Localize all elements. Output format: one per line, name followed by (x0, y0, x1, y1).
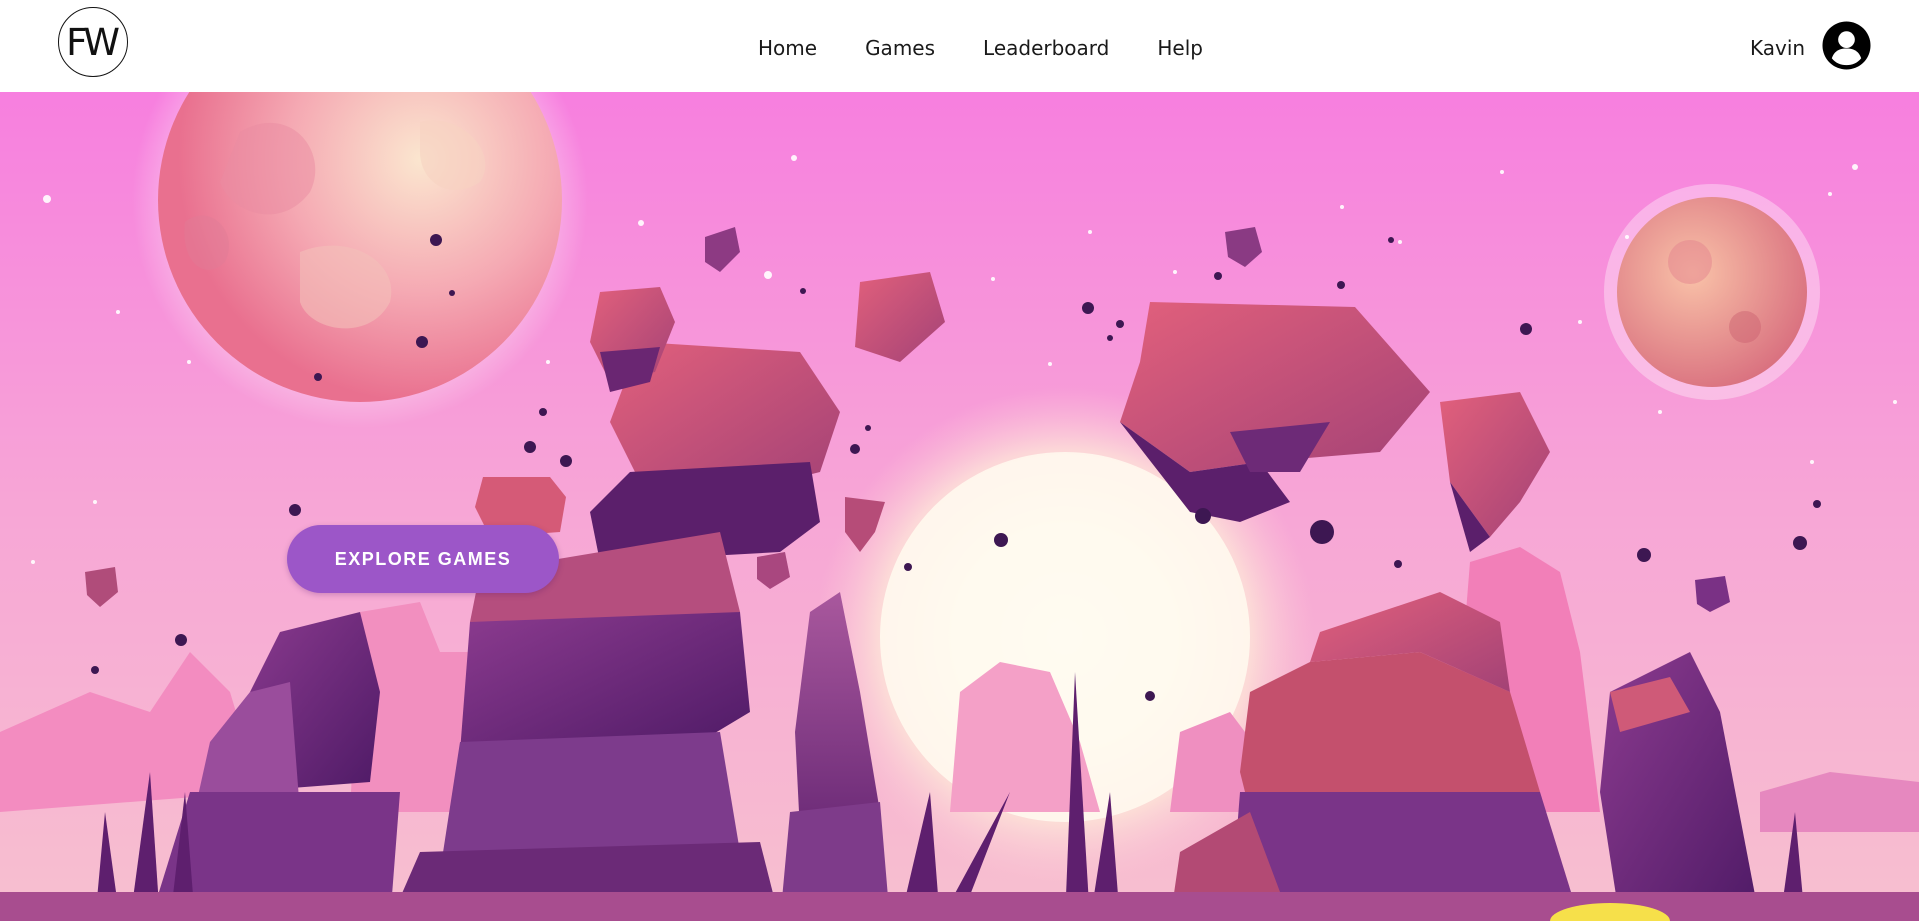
nav-help-link[interactable]: Help (1157, 34, 1203, 62)
main-nav: Home Games Leaderboard Help (758, 34, 1203, 62)
site-logo[interactable]: FW (58, 7, 128, 77)
top-navbar: FW Home Games Leaderboard Help Kavin (0, 0, 1919, 92)
nav-home-link[interactable]: Home (758, 34, 817, 62)
nav-leaderboard-link[interactable]: Leaderboard (983, 34, 1109, 62)
logo-text: FW (66, 20, 120, 64)
explore-games-button[interactable]: EXPLORE GAMES (287, 525, 559, 593)
user-circle-icon[interactable] (1822, 21, 1871, 70)
hero-banner: EXPLORE GAMES (0, 92, 1919, 921)
user-name[interactable]: Kavin (1750, 34, 1805, 62)
hero-illustration (0, 92, 1919, 921)
nav-games-link[interactable]: Games (865, 34, 935, 62)
